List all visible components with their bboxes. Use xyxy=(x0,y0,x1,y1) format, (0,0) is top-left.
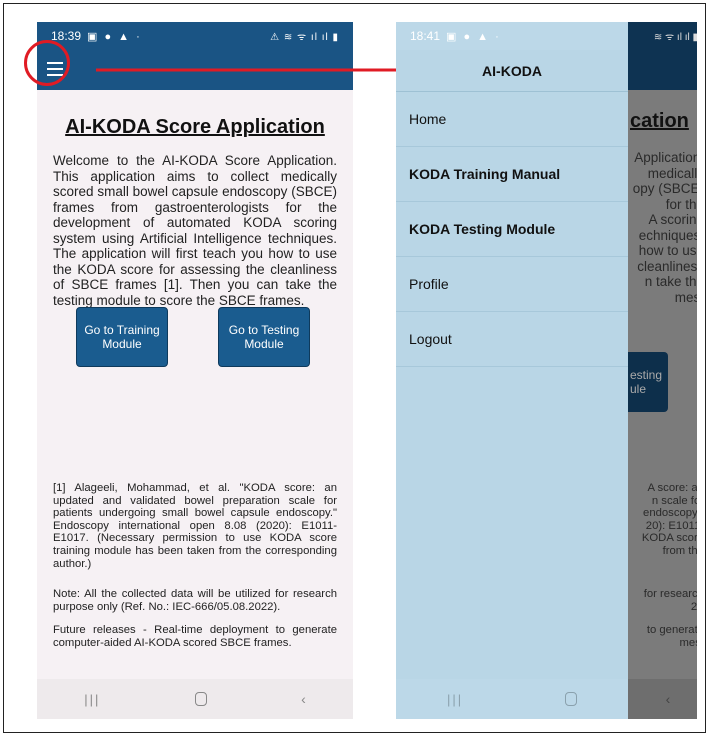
recents-icon[interactable]: ||| xyxy=(84,692,100,707)
system-icons: ⚠ ≋ ᯤ ıl ıl ▮ xyxy=(270,32,339,43)
home-icon[interactable] xyxy=(565,692,578,706)
dimmed-line: cleanliness xyxy=(637,258,697,274)
dimmed-line: for the xyxy=(665,196,697,212)
dimmed-future: to generatemes. xyxy=(647,624,697,649)
dimmed-background[interactable]: ≋ ᯤ ıl ıl ▮ cation Application.medically… xyxy=(628,22,697,719)
dimmed-future-line: mes. xyxy=(679,636,697,649)
dimmed-reference: A score: ann scale forendoscopy."20): E1… xyxy=(642,482,697,558)
dimmed-ref-line: n scale for xyxy=(651,494,697,507)
reference-text: [1] Alageeli, Mohammad, et al. "KODA sco… xyxy=(53,482,337,570)
dimmed-ref-line: endoscopy." xyxy=(643,507,697,520)
phone-screen-home: 18:39 ▣ ● ▲ · ⚠ ≋ ᯤ ıl ıl ▮ AI-KODA Scor… xyxy=(37,22,353,719)
dimmed-note-line: 2). xyxy=(690,600,697,613)
dimmed-line: mes. xyxy=(674,289,697,305)
dimmed-line: Application. xyxy=(634,150,697,165)
dimmed-line: opy (SBCE) xyxy=(632,181,697,196)
dimmed-ref-line: 20): E1011- xyxy=(645,519,697,532)
recents-icon[interactable]: ||| xyxy=(447,692,463,707)
dimmed-app-bar xyxy=(628,50,697,90)
future-releases-text: Future releases - Real-time deployment t… xyxy=(53,624,337,649)
phone-screen-drawer: ≋ ᯤ ıl ıl ▮ cation Application.medically… xyxy=(396,22,697,719)
note-text: Note: All the collected data will be uti… xyxy=(53,588,337,613)
system-icons: ≋ ᯤ ıl ıl ▮ xyxy=(653,32,697,43)
dimmed-line: n take the xyxy=(644,274,697,289)
navigation-drawer: 18:41 ▣ ● ▲ · AI-KODA Home KODA Training… xyxy=(396,22,628,719)
dimmed-nav: ‹ xyxy=(628,679,697,719)
back-icon[interactable]: ‹ xyxy=(301,691,306,707)
highlight-circle xyxy=(24,40,70,86)
dimmed-ref-line: A score: an xyxy=(647,482,697,494)
status-bar: 18:39 ▣ ● ▲ · ⚠ ≋ ᯤ ıl ıl ▮ xyxy=(37,22,353,50)
dimmed-welcome: Application.medicallyopy (SBCE)for theA … xyxy=(633,150,697,305)
annotation-arrow xyxy=(96,63,442,77)
home-icon[interactable] xyxy=(194,692,207,706)
dimmed-line: medically xyxy=(647,165,697,181)
drawer-item-profile[interactable]: Profile xyxy=(396,257,628,312)
back-icon[interactable]: ‹ xyxy=(666,691,671,707)
dimmed-testing-button: esting ule xyxy=(628,352,668,412)
home-content: AI-KODA Score Application Welcome to the… xyxy=(37,90,353,308)
dimmed-note: for research2). xyxy=(644,588,697,613)
dimmed-btn-line: ule xyxy=(630,382,647,396)
system-nav-bar: ||| ‹ xyxy=(37,679,353,719)
dimmed-line: how to use xyxy=(638,243,697,258)
testing-module-button[interactable]: Go to Testing Module xyxy=(218,307,310,367)
drawer-title: AI-KODA xyxy=(396,50,628,92)
dimmed-future-line: to generate xyxy=(646,624,697,636)
page-title: AI-KODA Score Application xyxy=(65,116,325,138)
status-bar: 18:41 ▣ ● ▲ · xyxy=(396,22,628,50)
dimmed-ref-line: KODA score xyxy=(641,532,697,545)
welcome-text: Welcome to the AI-KODA Score Application… xyxy=(53,153,337,308)
dimmed-line: A scoring xyxy=(648,212,697,227)
notification-icons: ▣ ● ▲ · xyxy=(446,30,501,43)
dimmed-ref-line: from the xyxy=(662,544,697,557)
notification-icons: ▣ ● ▲ · xyxy=(87,30,142,43)
drawer-item-home[interactable]: Home xyxy=(396,92,628,147)
drawer-item-testing-module[interactable]: KODA Testing Module xyxy=(396,202,628,257)
drawer-item-logout[interactable]: Logout xyxy=(396,312,628,367)
system-nav-bar: ||| xyxy=(396,679,628,719)
dimmed-line: echniques. xyxy=(638,227,697,243)
dimmed-btn-line: esting xyxy=(630,368,663,382)
drawer-item-training-manual[interactable]: KODA Training Manual xyxy=(396,147,628,202)
status-time: 18:41 xyxy=(410,29,441,43)
dimmed-title: cation xyxy=(630,110,689,132)
dimmed-status-bar: ≋ ᯤ ıl ıl ▮ xyxy=(628,22,697,50)
dimmed-note-line: for research xyxy=(643,588,697,600)
training-module-button[interactable]: Go to Training Module xyxy=(76,307,168,367)
